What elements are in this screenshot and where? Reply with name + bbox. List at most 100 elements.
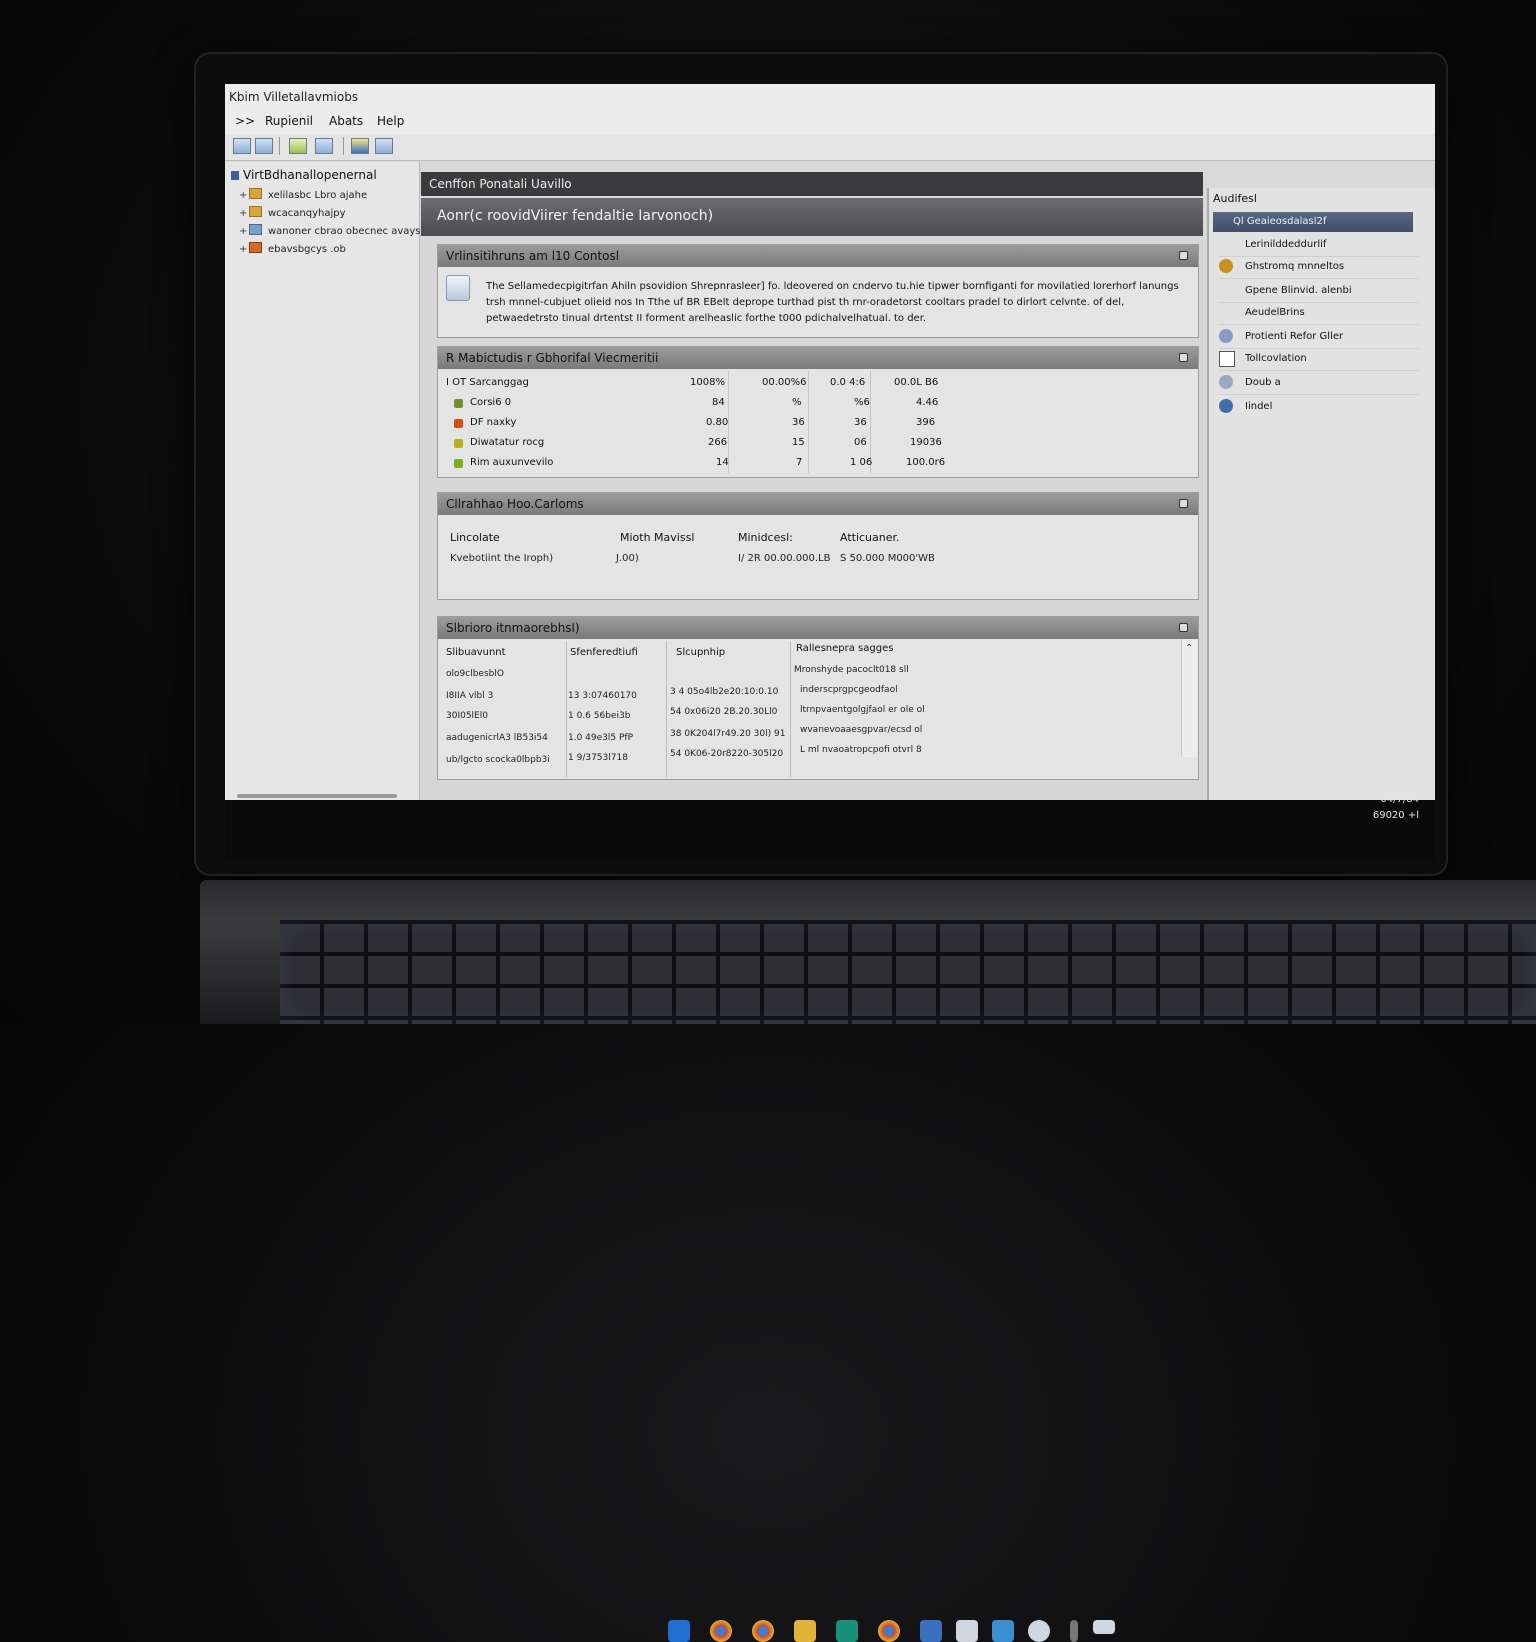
config-value: Kvebotiint the Iroph) xyxy=(450,553,554,564)
collapse-icon[interactable] xyxy=(1179,623,1188,632)
expand-icon[interactable]: + xyxy=(239,244,249,255)
stats-row[interactable]: Corsi6 0 84 % %6 4.46 xyxy=(446,395,1190,413)
store-icon[interactable] xyxy=(992,1620,1014,1642)
config-section: Cllrahhao Hoo.Carloms Lincolate Mioth Ma… xyxy=(437,492,1199,600)
action-label: AeudelBrins xyxy=(1245,307,1305,318)
action-label: Ghstromq mnneltos xyxy=(1245,261,1345,272)
stats-cell: 36 xyxy=(854,417,867,428)
table-cell: 38 0K204l7r49.20 30l) 91 xyxy=(670,729,786,739)
table-cell: 54 0x06i20 2B.20.30Ll0 xyxy=(670,707,778,717)
audio-icon[interactable] xyxy=(920,1620,942,1642)
status-icon xyxy=(454,459,463,468)
folder-icon xyxy=(249,242,262,253)
tree-item[interactable]: + wcacanqyhajpy xyxy=(239,206,346,219)
stats-cell: 84 xyxy=(712,397,725,408)
column-divider xyxy=(790,641,791,777)
stats-row[interactable]: Rim auxunvevilo 14 7 1 06 100.0r6 xyxy=(446,455,1190,473)
action-item[interactable]: Lerinilddeddurlif xyxy=(1219,234,1419,257)
collapse-icon[interactable] xyxy=(1179,251,1188,260)
folder-icon xyxy=(249,188,262,199)
stats-cell: %6 xyxy=(854,397,870,408)
menu-item-rupienil[interactable]: Rupienil xyxy=(265,114,313,128)
stats-cell: 19036 xyxy=(910,437,942,448)
brush-icon xyxy=(1219,259,1233,273)
actions-title: Audifesl xyxy=(1213,192,1257,205)
toolbar-view-icon[interactable] xyxy=(233,138,251,154)
tree-item[interactable]: + wanoner cbrao obecnec avays xyxy=(239,224,421,237)
stats-header-row: I OT Sarcanggag 1008% 00.00%6 0.0 4:6 00… xyxy=(446,375,1190,393)
column-header[interactable]: Slibuavunnt xyxy=(446,647,506,658)
column-header[interactable]: Slcupnhip xyxy=(676,647,725,658)
table-cell: 30I05lEl0 xyxy=(446,711,488,721)
toolbar-export-icon[interactable] xyxy=(315,138,333,154)
menu-overflow[interactable]: >> xyxy=(235,114,255,128)
chrome-icon[interactable] xyxy=(710,1620,732,1642)
section-title: R Mabictudis r Gbhorifal Viecmeritii xyxy=(446,351,659,365)
action-item[interactable]: Gpene Blinvid. alenbi xyxy=(1219,280,1419,303)
action-item[interactable]: Protienti Refor Gller xyxy=(1219,326,1419,349)
table-cell: 3 4 05o4lb2e20:10:0.10 xyxy=(670,687,779,697)
action-item[interactable]: Iindel xyxy=(1219,396,1419,418)
horizontal-scrollbar[interactable] xyxy=(237,794,397,798)
table-cell: 1 9/3753l718 xyxy=(568,753,628,763)
chrome-icon[interactable] xyxy=(878,1620,900,1642)
status-icon xyxy=(454,439,463,448)
column-header[interactable]: Sfenferedtiufi xyxy=(570,647,638,658)
toolbar-console-icon[interactable] xyxy=(375,138,393,154)
action-item[interactable]: Ghstromq mnneltos xyxy=(1219,256,1419,279)
outlook-icon[interactable] xyxy=(836,1620,858,1642)
tree-item[interactable]: + ebavsbgcys .ob xyxy=(239,242,346,255)
stats-cell: 4.46 xyxy=(916,397,939,408)
stats-cell: 7 xyxy=(796,457,803,468)
toolbar-properties-icon[interactable] xyxy=(255,138,273,154)
file-explorer-icon[interactable] xyxy=(794,1620,816,1642)
tree-root-label: VirtBdhanallopenernal xyxy=(243,168,377,182)
clock-date[interactable]: 69020 +l xyxy=(1373,810,1419,821)
chevron-up-icon[interactable]: ⌃ xyxy=(1185,643,1193,654)
settings-icon[interactable] xyxy=(956,1620,978,1642)
section-header: R Mabictudis r Gbhorifal Viecmeritii xyxy=(438,347,1198,369)
menu-item-abats[interactable]: Abats xyxy=(329,114,363,128)
table-cell: ub/lgcto scocka0lbpb3i xyxy=(446,755,550,765)
stats-row[interactable]: Diwatatur rocg 266 15 06 19036 xyxy=(446,435,1190,453)
toolbar-separator xyxy=(279,137,280,155)
actions-selected-item[interactable]: Ql Geaieosdalasl2f xyxy=(1213,212,1413,232)
shield-icon xyxy=(1219,329,1233,343)
chrome-icon[interactable] xyxy=(752,1620,774,1642)
clock-time[interactable]: 04/7/84 xyxy=(1380,794,1419,805)
collapse-icon[interactable] xyxy=(1179,353,1188,362)
network-icon[interactable] xyxy=(1028,1620,1050,1642)
config-label: Lincolate xyxy=(450,531,500,544)
table-cell: wvanevoaaesgpvar/ecsd ol xyxy=(800,725,923,735)
menu-bar: >> Rupienil Abats Help – ☐ ✕ xyxy=(225,110,1435,146)
action-item[interactable]: Doub a xyxy=(1219,372,1419,395)
expand-icon[interactable]: + xyxy=(239,226,249,237)
column-divider xyxy=(566,641,567,777)
tree-item[interactable]: + xelilasbc Lbro ajahe xyxy=(239,188,367,201)
toolbar xyxy=(225,134,1435,161)
menu-item-help[interactable]: Help xyxy=(377,114,404,128)
notes-icon[interactable] xyxy=(1070,1620,1078,1642)
vertical-scrollbar[interactable]: ⌃ xyxy=(1181,639,1198,757)
action-label: Gpene Blinvid. alenbi xyxy=(1245,285,1352,296)
stats-row-label: Diwatatur rocg xyxy=(470,437,545,448)
toolbar-help-icon[interactable] xyxy=(351,138,369,154)
column-header[interactable]: Rallesnepra sagges xyxy=(796,643,893,654)
tree-root[interactable]: VirtBdhanallopenernal xyxy=(231,168,377,182)
table-cell: 54 0K06-20r8220-305l20 xyxy=(670,749,784,759)
action-item[interactable]: Tollcovlation xyxy=(1219,348,1419,371)
action-item[interactable]: AeudelBrins xyxy=(1219,302,1419,325)
log-section: Slbrioro itnmaorebhsl) Slibuavunnt Sfenf… xyxy=(437,616,1199,780)
gear-icon xyxy=(1219,375,1233,389)
stats-row[interactable]: DF naxky 0.80 36 36 396 xyxy=(446,415,1190,433)
expand-icon[interactable]: + xyxy=(239,208,249,219)
actions-pane: Audifesl Ql Geaieosdalasl2f Lerinilddedd… xyxy=(1207,188,1435,802)
messages-icon[interactable] xyxy=(1093,1620,1115,1634)
status-icon xyxy=(454,399,463,408)
expand-icon[interactable]: + xyxy=(239,190,249,201)
column-divider xyxy=(666,641,667,777)
app-launcher-icon[interactable] xyxy=(668,1620,690,1642)
toolbar-refresh-icon[interactable] xyxy=(289,138,307,154)
collapse-icon[interactable] xyxy=(1179,499,1188,508)
config-value: J.00) xyxy=(616,553,639,564)
